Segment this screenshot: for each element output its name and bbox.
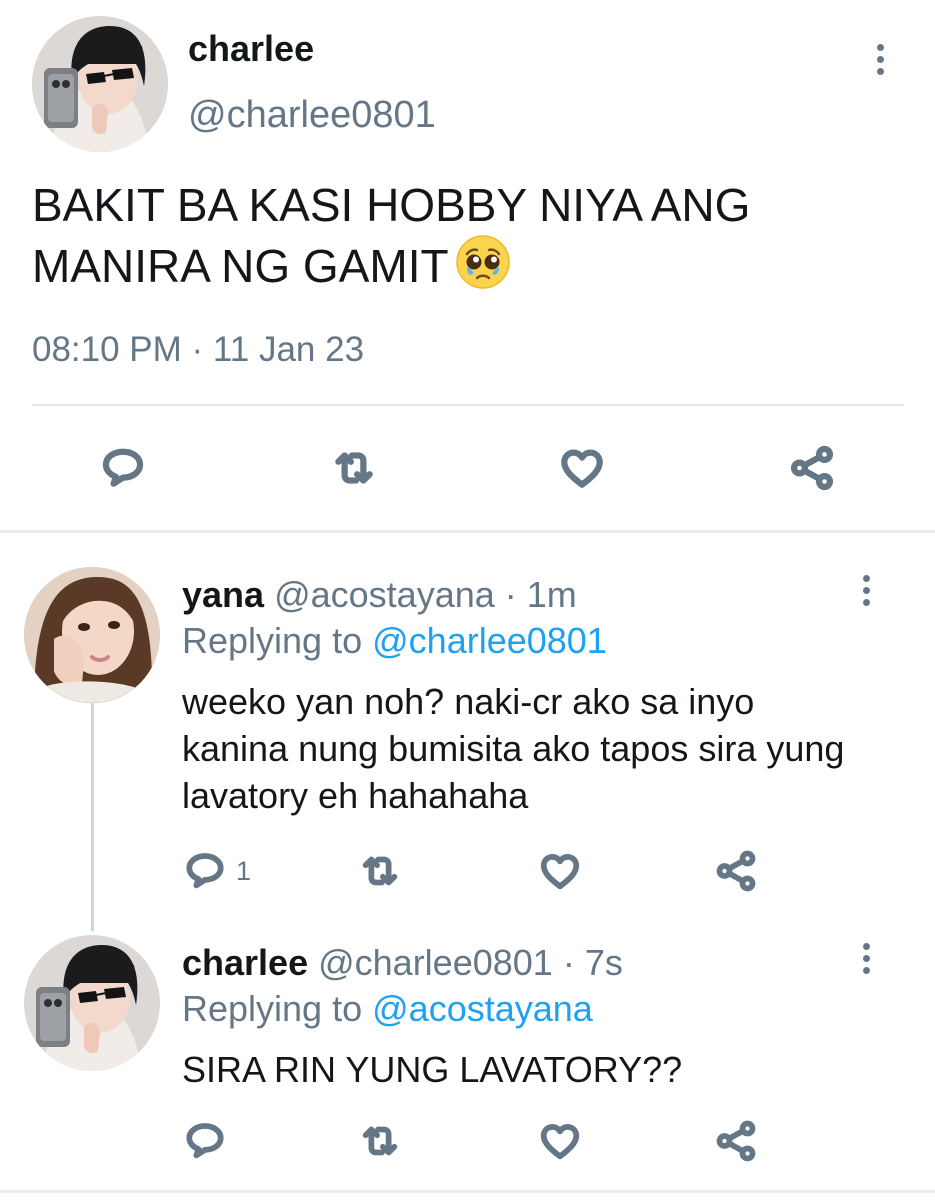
like-button[interactable] (536, 1118, 584, 1164)
avatar[interactable] (24, 935, 160, 1071)
reply-button[interactable] (98, 443, 148, 493)
replying-to-label: Replying to (182, 988, 363, 1029)
profile-photo (24, 567, 160, 703)
like-icon (536, 848, 584, 894)
share-button[interactable] (786, 443, 838, 493)
reply-text: SIRA RIN YUNG LAVATORY?? (182, 1049, 683, 1090)
replying-to-mention[interactable]: @acostayana (372, 988, 593, 1029)
like-button[interactable] (556, 443, 608, 493)
reply-button[interactable]: 1 (182, 848, 251, 894)
share-button[interactable] (712, 848, 760, 894)
like-icon (556, 443, 608, 493)
like-icon (536, 1118, 584, 1164)
pleading-face-emoji (455, 234, 511, 303)
tweet-text-content: BAKIT BA KASI HOBBY NIYA ANG MANIRA NG G… (32, 179, 751, 292)
avatar[interactable] (24, 567, 160, 703)
author-name[interactable]: charlee (182, 942, 308, 983)
share-button[interactable] (712, 1118, 760, 1164)
retweet-icon (328, 443, 380, 493)
reply-header: charlee @charlee0801 · 7s (182, 942, 623, 984)
author-handle[interactable]: @charlee0801 (318, 942, 553, 983)
retweet-button[interactable] (328, 443, 380, 493)
reply-header: yana @acostayana · 1m (182, 574, 577, 616)
retweet-button[interactable] (356, 848, 404, 894)
share-icon (712, 1118, 760, 1164)
reply-time: · 7s (562, 942, 623, 983)
author-name[interactable]: yana (182, 574, 264, 615)
like-button[interactable] (536, 848, 584, 894)
avatar[interactable] (32, 16, 168, 152)
reply-icon (182, 848, 228, 894)
reply-text: weeko yan noh? naki-cr ako sa inyo kanin… (182, 681, 845, 816)
profile-photo (24, 935, 160, 1071)
section-divider (0, 530, 935, 533)
section-divider (0, 1190, 935, 1193)
reply-button[interactable] (182, 1118, 228, 1164)
more-options-icon[interactable] (856, 575, 876, 606)
profile-photo (32, 16, 168, 152)
reply-icon (98, 443, 148, 493)
replying-to: Replying to @acostayana (182, 988, 593, 1030)
reply-count: 1 (236, 855, 252, 886)
retweet-button[interactable] (356, 1118, 404, 1164)
share-icon (786, 443, 838, 493)
thread-line (91, 703, 94, 931)
retweet-icon (356, 1118, 404, 1164)
author-handle[interactable]: @charlee0801 (188, 94, 436, 137)
author-handle[interactable]: @acostayana (274, 574, 495, 615)
tweet-text: BAKIT BA KASI HOBBY NIYA ANG MANIRA NG G… (32, 176, 892, 303)
replying-to-label: Replying to (182, 620, 363, 661)
replying-to: Replying to @charlee0801 (182, 620, 607, 662)
reply-time: · 1m (504, 574, 577, 615)
divider (32, 404, 904, 406)
author-name[interactable]: charlee (188, 28, 314, 70)
share-icon (712, 848, 760, 894)
more-options-icon[interactable] (856, 943, 876, 974)
reply-icon (182, 1118, 228, 1164)
replying-to-mention[interactable]: @charlee0801 (372, 620, 607, 661)
tweet-timestamp[interactable]: 08:10 PM · 11 Jan 23 (32, 330, 364, 370)
retweet-icon (356, 848, 404, 894)
more-options-icon[interactable] (870, 44, 890, 75)
